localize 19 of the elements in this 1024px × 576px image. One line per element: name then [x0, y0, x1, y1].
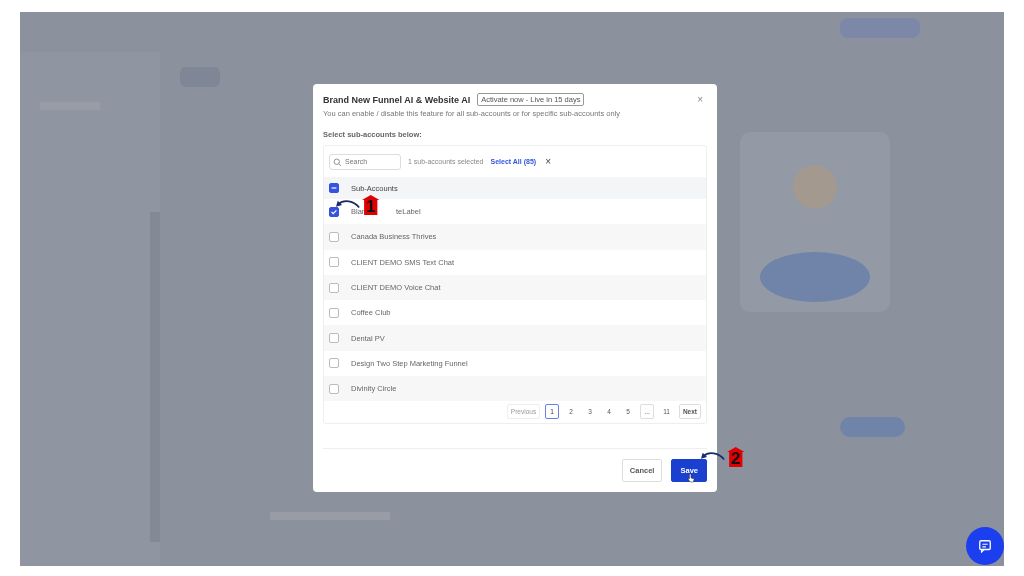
close-button[interactable]: × — [693, 94, 707, 105]
checkbox[interactable] — [329, 183, 339, 193]
dialog-title: Brand New Funnel AI & Website AI — [323, 94, 471, 105]
check-icon — [330, 207, 338, 216]
checkbox[interactable] — [329, 231, 339, 242]
chat-icon — [978, 539, 992, 553]
checkbox[interactable] — [329, 206, 339, 217]
clear-selection-button[interactable]: × — [543, 156, 553, 167]
checkbox[interactable] — [329, 307, 339, 318]
minus-icon — [330, 184, 338, 192]
curved-arrow-icon — [335, 199, 361, 211]
curved-arrow-icon — [700, 451, 726, 463]
pointer-cursor-icon — [687, 473, 695, 483]
checkbox[interactable] — [329, 257, 339, 268]
checkbox[interactable] — [329, 358, 339, 369]
checkbox[interactable] — [329, 333, 339, 344]
checkbox[interactable] — [329, 282, 339, 293]
search-icon — [333, 157, 342, 167]
checkbox[interactable] — [329, 383, 339, 394]
